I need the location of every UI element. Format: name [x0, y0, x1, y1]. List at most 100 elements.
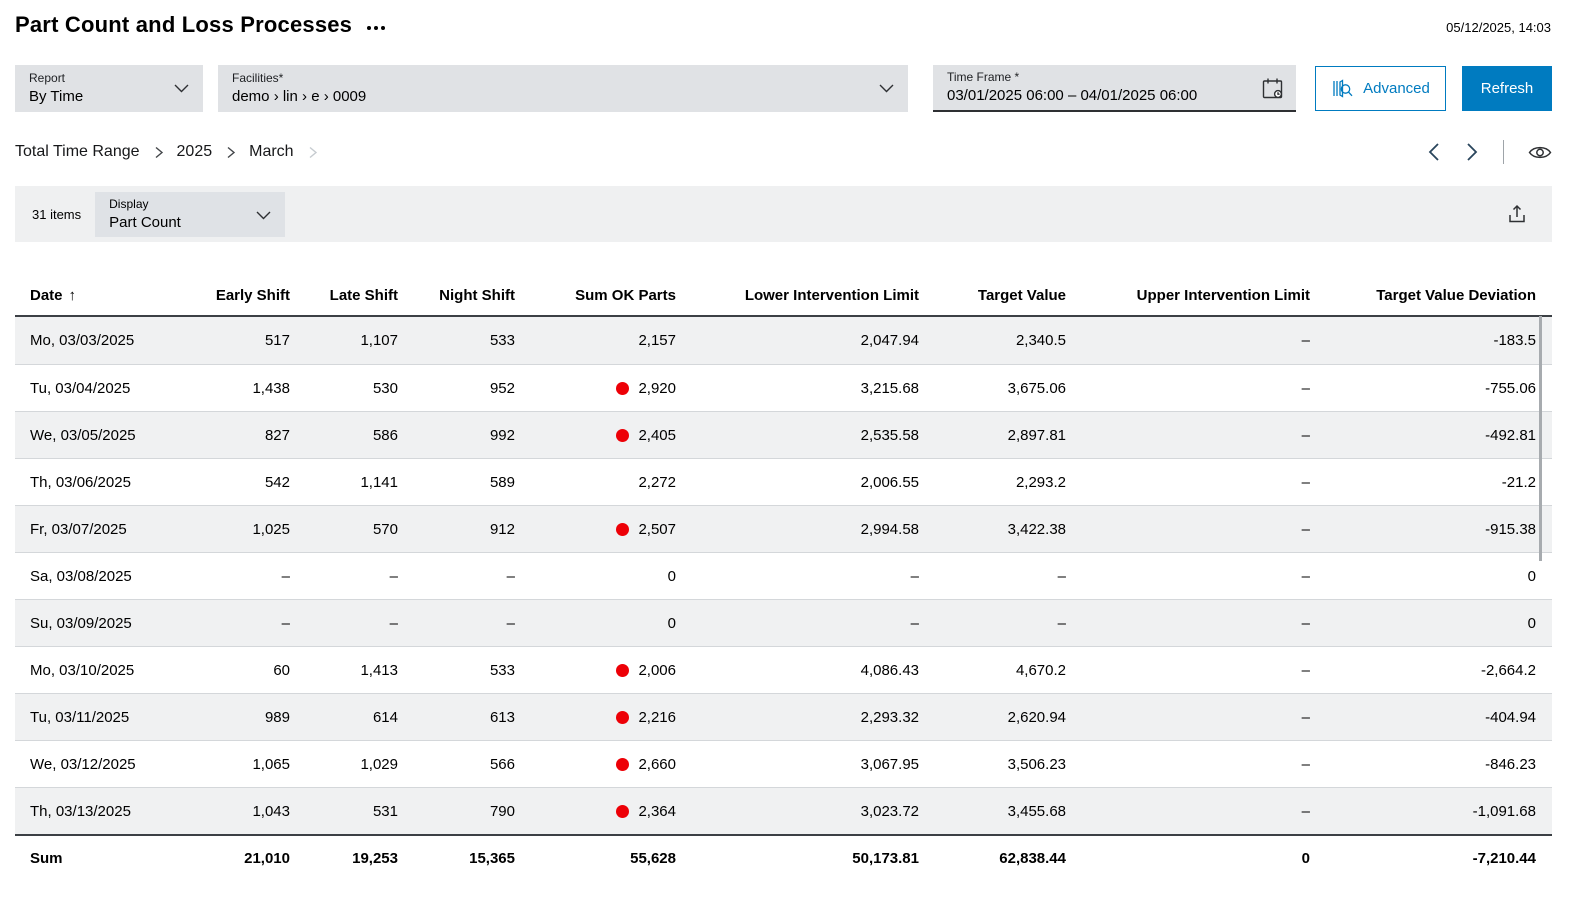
export-button[interactable] [1506, 203, 1528, 225]
table-row[interactable]: Th, 03/06/2025 542 1,141 589 2,272 2,006.55 2,… [15, 458, 1552, 505]
column-header-late_shift[interactable]: Late Shift [290, 287, 398, 304]
sum-cell-target_value: 62,838.44 [919, 850, 1066, 867]
more-menu-button[interactable] [366, 19, 386, 31]
cell-value: -492.81 [1485, 426, 1536, 444]
cell-night_shift: 613 [398, 709, 515, 726]
cell-night_shift: – [398, 568, 515, 585]
cell-value: 566 [489, 755, 515, 773]
cell-value: Sa, 03/08/2025 [30, 567, 132, 585]
cell-value: 531 [372, 802, 398, 820]
cell-value: -1,091.68 [1472, 802, 1536, 820]
table-row[interactable]: Su, 03/09/2025 – – – 0 – – – 0 [15, 599, 1552, 646]
facilities-select[interactable]: Facilities* demo › lin › e › 0009 [218, 65, 908, 112]
cell-value: 2,660 [638, 755, 676, 773]
column-header-early_shift[interactable]: Early Shift [190, 287, 290, 304]
cell-upper_limit: – [1066, 380, 1310, 397]
column-header-date[interactable]: Date ↑ [15, 287, 190, 304]
time-frame-label: Time Frame * [947, 70, 1020, 84]
visibility-toggle-button[interactable] [1528, 144, 1552, 161]
cell-value: 21,010 [244, 849, 290, 867]
cell-date: Tu, 03/11/2025 [15, 709, 190, 726]
advanced-button[interactable]: Advanced [1315, 66, 1446, 111]
cell-sum_ok_parts: 2,216 [515, 709, 676, 726]
table-row[interactable]: We, 03/12/2025 1,065 1,029 566 2,660 3,067.95… [15, 740, 1552, 787]
refresh-button-label: Refresh [1480, 80, 1534, 97]
cell-value: – [1301, 755, 1310, 773]
cell-early_shift: 1,043 [190, 803, 290, 820]
cell-sum_ok_parts: 2,157 [515, 332, 676, 349]
table-row[interactable]: Tu, 03/11/2025 989 614 613 2,216 2,293.32 2,62… [15, 693, 1552, 740]
ellipsis-icon [367, 26, 386, 30]
alert-dot-icon [616, 663, 630, 677]
cell-lower_limit: 3,067.95 [676, 756, 919, 773]
cell-value: – [389, 567, 398, 585]
report-select[interactable]: Report By Time [15, 65, 203, 112]
cell-value: Mo, 03/10/2025 [30, 661, 135, 679]
cell-value: 2,620.94 [1007, 708, 1066, 726]
breadcrumb-item[interactable]: 2025 [177, 143, 213, 161]
cell-late_shift: 614 [290, 709, 398, 726]
cell-early_shift: 989 [190, 709, 290, 726]
vertical-scrollbar[interactable] [1539, 316, 1542, 561]
breadcrumb-item[interactable]: Total Time Range [15, 143, 140, 161]
cell-date: Tu, 03/04/2025 [15, 380, 190, 397]
refresh-button[interactable]: Refresh [1462, 66, 1552, 111]
calendar-picker-button[interactable] [1261, 77, 1284, 100]
column-header-label: Target Value Deviation [1376, 286, 1536, 304]
cell-value: 533 [489, 661, 515, 679]
table-row[interactable]: Fr, 03/07/2025 1,025 570 912 2,507 2,994.58 3,… [15, 505, 1552, 552]
display-select[interactable]: Display Part Count [95, 191, 286, 237]
cell-upper_limit: – [1066, 709, 1310, 726]
cell-night_shift: 566 [398, 756, 515, 773]
column-header-upper_limit[interactable]: Upper Intervention Limit [1066, 287, 1310, 304]
cell-value: 3,455.68 [1007, 802, 1066, 820]
eye-icon [1528, 146, 1552, 158]
cell-value: 1,413 [360, 661, 398, 679]
page-title: Part Count and Loss Processes [15, 12, 353, 37]
column-header-sum_ok_parts[interactable]: Sum OK Parts [515, 287, 676, 304]
cell-night_shift: 912 [398, 521, 515, 538]
cell-deviation: -915.38 [1310, 521, 1552, 538]
cell-late_shift: 1,141 [290, 474, 398, 491]
chevron-left-icon [1428, 143, 1439, 161]
chevron-right-icon [306, 146, 319, 159]
breadcrumb-item[interactable]: March [249, 143, 293, 161]
cell-deviation: -1,091.68 [1310, 803, 1552, 820]
cell-value: 586 [372, 426, 398, 444]
next-period-button[interactable] [1465, 142, 1479, 162]
table-row[interactable]: Tu, 03/04/2025 1,438 530 952 2,920 3,215.68 3,… [15, 364, 1552, 411]
cell-upper_limit: – [1066, 332, 1310, 349]
cell-upper_limit: – [1066, 568, 1310, 585]
breadcrumb: Total Time Range 2025 March [15, 138, 1552, 166]
cell-value: 989 [264, 708, 290, 726]
cell-target_value: 3,675.06 [919, 380, 1066, 397]
cell-sum_ok_parts: 2,405 [515, 427, 676, 444]
column-header-night_shift[interactable]: Night Shift [398, 287, 515, 304]
table-row[interactable]: We, 03/05/2025 827 586 992 2,405 2,535.58 2,89… [15, 411, 1552, 458]
table-row[interactable]: Mo, 03/10/2025 60 1,413 533 2,006 4,086.43 4,6… [15, 646, 1552, 693]
cell-value: 0 [1301, 849, 1310, 867]
column-header-target_value[interactable]: Target Value [919, 287, 1066, 304]
cell-date: Su, 03/09/2025 [15, 615, 190, 632]
table-row[interactable]: Mo, 03/03/2025 517 1,107 533 2,157 2,047.94 2,… [15, 317, 1552, 364]
table-row[interactable]: Sa, 03/08/2025 – – – 0 – – – 0 [15, 552, 1552, 599]
time-frame-field[interactable]: Time Frame * 03/01/2025 06:00 – 04/01/20… [933, 65, 1296, 112]
sum-cell-upper_limit: 0 [1066, 850, 1310, 867]
prev-period-button[interactable] [1427, 142, 1441, 162]
cell-value: – [281, 614, 290, 632]
cell-value: 62,838.44 [999, 849, 1066, 867]
cell-deviation: -492.81 [1310, 427, 1552, 444]
sum-cell-sum_ok_parts: 55,628 [515, 850, 676, 867]
table-row[interactable]: Th, 03/13/2025 1,043 531 790 2,364 3,023.72 3,… [15, 787, 1552, 834]
column-header-lower_limit[interactable]: Lower Intervention Limit [676, 287, 919, 304]
cell-date: Mo, 03/10/2025 [15, 662, 190, 679]
cell-night_shift: 533 [398, 662, 515, 679]
cell-deviation: -846.23 [1310, 756, 1552, 773]
report-label: Report [29, 71, 66, 85]
cell-date: We, 03/05/2025 [15, 427, 190, 444]
cell-value: – [506, 614, 515, 632]
column-header-deviation[interactable]: Target Value Deviation [1310, 287, 1552, 304]
cell-value: – [1301, 661, 1310, 679]
advanced-analysis-icon [1333, 78, 1353, 98]
cell-value: – [1301, 332, 1310, 349]
